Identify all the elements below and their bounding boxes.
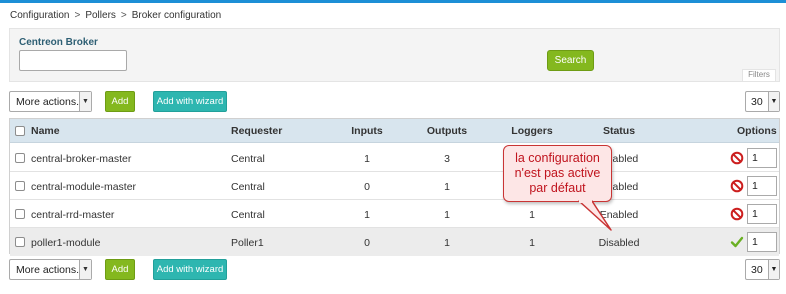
row-name-link[interactable]: poller1-module <box>31 237 100 249</box>
row-checkbox[interactable] <box>15 209 25 219</box>
row-loggers: 1 <box>529 209 535 221</box>
row-option-input[interactable]: 1 <box>747 148 777 168</box>
row-name-link[interactable]: central-module-master <box>31 181 136 193</box>
header-status: Status <box>602 125 636 137</box>
broker-table: Name Requester Inputs Outputs Loggers St… <box>9 118 780 256</box>
row-loggers: 1 <box>529 237 535 249</box>
add-button[interactable]: Add <box>105 91 135 112</box>
header-options: Options <box>737 125 777 137</box>
more-actions-select[interactable]: More actions... ▼ <box>9 259 92 280</box>
top-accent-bar <box>0 0 786 3</box>
annotation-line: la configuration <box>515 151 600 165</box>
row-requester: Central <box>231 209 265 221</box>
row-outputs: 1 <box>444 209 450 221</box>
add-button[interactable]: Add <box>105 259 135 280</box>
table-row: poller1-module Poller1 0 1 1 Disabled 1 <box>10 228 779 256</box>
breadcrumb-separator: > <box>74 10 81 21</box>
select-all-checkbox[interactable] <box>15 126 25 136</box>
more-actions-select[interactable]: More actions... ▼ <box>9 91 92 112</box>
row-requester: Central <box>231 153 265 165</box>
disable-icon[interactable] <box>730 179 744 193</box>
row-option-input[interactable]: 1 <box>747 232 777 252</box>
row-name-link[interactable]: central-broker-master <box>31 153 131 165</box>
page-limit-select[interactable]: 30 ▼ <box>745 91 780 112</box>
more-actions-label: More actions... <box>16 96 85 108</box>
header-loggers: Loggers <box>511 125 553 137</box>
disable-icon[interactable] <box>730 207 744 221</box>
filter-label: Centreon Broker <box>19 37 98 48</box>
row-outputs: 3 <box>444 153 450 165</box>
row-outputs: 1 <box>444 181 450 193</box>
filters-tab[interactable]: Filters <box>742 69 776 81</box>
filter-panel: Centreon Broker Search <box>9 28 780 82</box>
top-toolbar: More actions... ▼ Add Add with wizard 30… <box>9 91 780 113</box>
row-status: Disabled <box>598 237 640 249</box>
header-outputs: Outputs <box>426 125 468 137</box>
breadcrumb-item-configuration[interactable]: Configuration <box>10 10 69 21</box>
table-header: Name Requester Inputs Outputs Loggers St… <box>10 119 779 143</box>
dropdown-arrow-icon: ▼ <box>768 92 779 111</box>
page-limit-value: 30 <box>751 264 763 276</box>
callout-pointer <box>578 200 612 231</box>
breadcrumb: Configuration > Pollers > Broker configurati… <box>10 10 221 21</box>
dropdown-arrow-icon: ▼ <box>79 92 91 111</box>
dropdown-arrow-icon: ▼ <box>768 260 779 279</box>
header-inputs: Inputs <box>351 125 383 137</box>
page-limit-value: 30 <box>751 96 763 108</box>
annotation-line: par défaut <box>529 181 586 195</box>
header-requester: Requester <box>231 125 283 137</box>
bottom-toolbar: More actions... ▼ Add Add with wizard 30… <box>9 259 780 281</box>
disable-icon[interactable] <box>730 151 744 165</box>
row-inputs: 0 <box>364 181 370 193</box>
row-checkbox[interactable] <box>15 181 25 191</box>
table-row: central-broker-master Central 1 3 1 Enab… <box>10 144 779 172</box>
breadcrumb-item-broker-configuration[interactable]: Broker configuration <box>132 10 222 21</box>
breadcrumb-separator: > <box>120 10 127 21</box>
add-with-wizard-button[interactable]: Add with wizard <box>153 259 227 280</box>
row-name-link[interactable]: central-rrd-master <box>31 209 114 221</box>
add-with-wizard-button[interactable]: Add with wizard <box>153 91 227 112</box>
annotation-callout: la configuration n'est pas active par dé… <box>503 145 612 202</box>
row-option-input[interactable]: 1 <box>747 204 777 224</box>
enable-icon[interactable] <box>730 235 744 249</box>
more-actions-label: More actions... <box>16 264 85 276</box>
search-input[interactable] <box>19 50 127 71</box>
page-limit-select[interactable]: 30 ▼ <box>745 259 780 280</box>
row-inputs: 0 <box>364 237 370 249</box>
table-row: central-rrd-master Central 1 1 1 Enabled… <box>10 200 779 228</box>
breadcrumb-item-pollers[interactable]: Pollers <box>85 10 116 21</box>
table-row: central-module-master Central 0 1 1 Enab… <box>10 172 779 200</box>
annotation-line: n'est pas active <box>514 166 601 180</box>
header-name[interactable]: Name <box>31 125 60 137</box>
row-checkbox[interactable] <box>15 237 25 247</box>
row-requester: Central <box>231 181 265 193</box>
row-inputs: 1 <box>364 209 370 221</box>
row-checkbox[interactable] <box>15 153 25 163</box>
row-option-input[interactable]: 1 <box>747 176 777 196</box>
row-requester: Poller1 <box>231 237 264 249</box>
row-inputs: 1 <box>364 153 370 165</box>
search-button[interactable]: Search <box>547 50 594 71</box>
row-outputs: 1 <box>444 237 450 249</box>
dropdown-arrow-icon: ▼ <box>79 260 91 279</box>
